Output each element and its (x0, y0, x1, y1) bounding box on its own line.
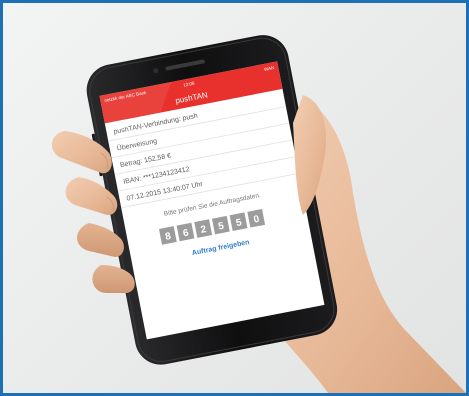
photo-frame: netzkk der ABC Bank 12:06 WAN pushTAN pu… (0, 0, 469, 396)
photo-scene: netzkk der ABC Bank 12:06 WAN pushTAN pu… (51, 35, 466, 393)
